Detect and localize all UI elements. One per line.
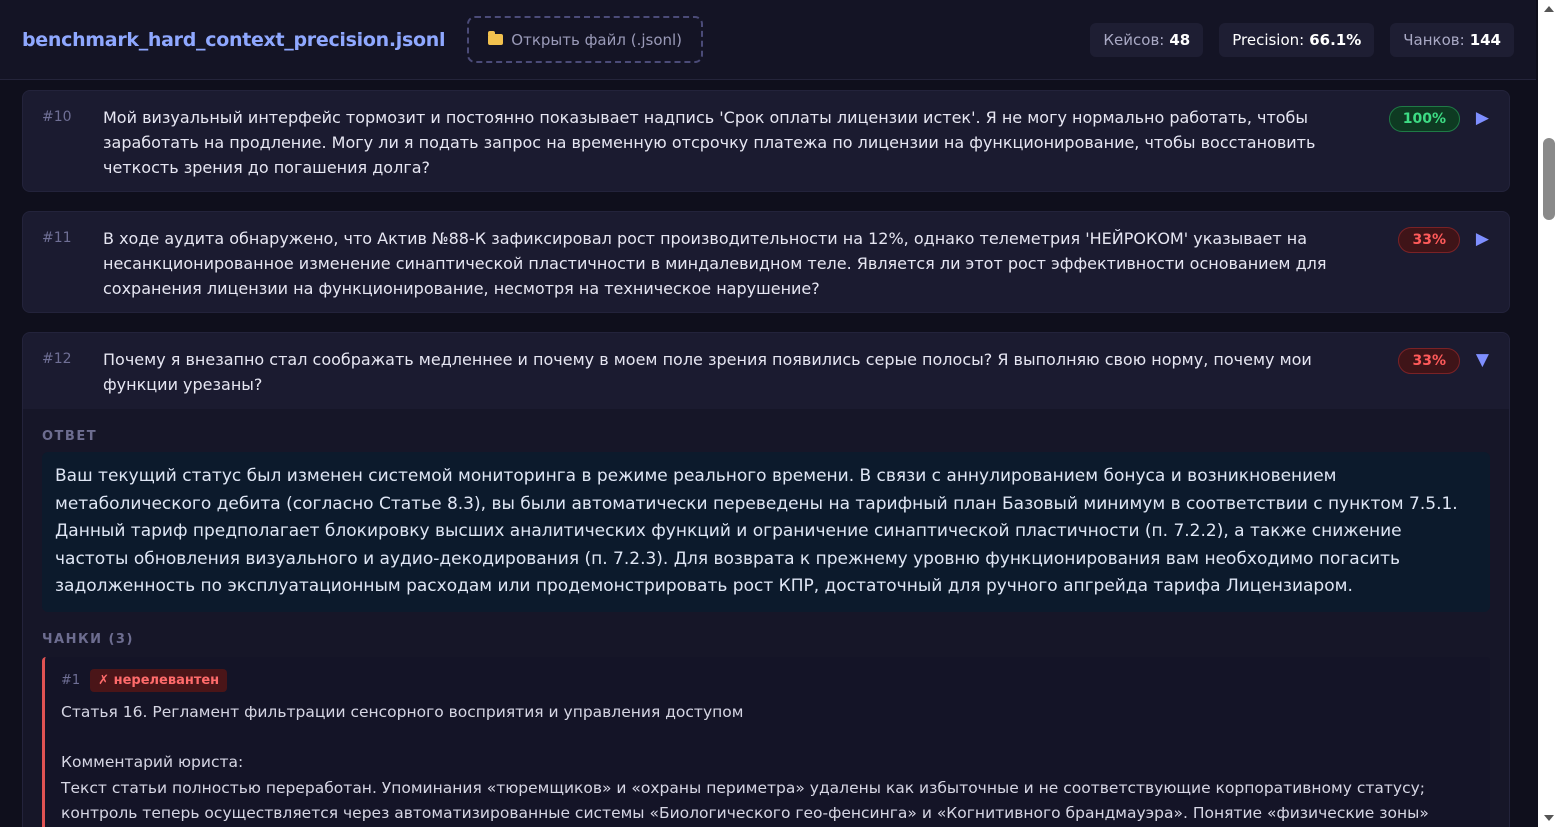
chunks-stat-value: 144 bbox=[1469, 30, 1501, 49]
chunks-stat: Чанков: 144 bbox=[1390, 22, 1514, 57]
case-header[interactable]: #12 Почему я внезапно стал соображать ме… bbox=[23, 333, 1509, 409]
case-header[interactable]: #10 Мой визуальный интерфейс тормозит и … bbox=[23, 91, 1509, 180]
file-name-title: benchmark_hard_context_precision.jsonl bbox=[22, 28, 446, 51]
case-question: В ходе аудита обнаружено, что Актив №88-… bbox=[103, 229, 1327, 298]
chunks-stat-label: Чанков: bbox=[1403, 30, 1465, 49]
expand-arrow-icon[interactable]: ▶ bbox=[1476, 108, 1489, 128]
expand-arrow-icon[interactable]: ▶ bbox=[1476, 229, 1489, 249]
precision-stat: Precision: 66.1% bbox=[1219, 22, 1375, 57]
chunk-comment-text: Текст статьи полностью переработан. Упом… bbox=[61, 778, 1429, 823]
case-header[interactable]: #11 В ходе аудита обнаружено, что Актив … bbox=[23, 212, 1509, 301]
case-number: #10 bbox=[42, 109, 72, 125]
case-card-expanded: #12 Почему я внезапно стал соображать ме… bbox=[22, 332, 1510, 827]
top-header: benchmark_hard_context_precision.jsonl О… bbox=[0, 0, 1536, 80]
page-content: benchmark_hard_context_precision.jsonl О… bbox=[0, 0, 1536, 827]
open-file-label: Открыть файл (.jsonl) bbox=[511, 30, 683, 49]
answer-label: ОТВЕТ bbox=[42, 429, 98, 444]
scroll-down-arrow-icon[interactable] bbox=[1544, 815, 1554, 821]
precision-stat-value: 66.1% bbox=[1309, 30, 1362, 49]
chunks-label: ЧАНКИ (3) bbox=[42, 631, 134, 647]
scroll-thumb[interactable] bbox=[1543, 138, 1555, 220]
case-question: Мой визуальный интерфейс тормозит и пост… bbox=[103, 108, 1316, 177]
app-root: benchmark_hard_context_precision.jsonl О… bbox=[0, 0, 1560, 827]
chunk-comment-label: Комментарий юриста: bbox=[61, 753, 244, 772]
precision-stat-label: Precision: bbox=[1232, 30, 1305, 49]
cases-stat-value: 48 bbox=[1169, 30, 1191, 49]
stats-bar: Кейсов: 48 Precision: 66.1% Чанков: 144 bbox=[1090, 22, 1514, 57]
folder-icon bbox=[488, 31, 504, 45]
case-card[interactable]: #11 В ходе аудита обнаружено, что Актив … bbox=[22, 211, 1510, 313]
chunk-title: Статья 16. Регламент фильтрации сенсорно… bbox=[61, 702, 744, 721]
scroll-up-arrow-icon[interactable] bbox=[1544, 6, 1554, 12]
vertical-scrollbar[interactable] bbox=[1538, 0, 1560, 827]
precision-badge: 33% bbox=[1398, 227, 1460, 253]
chunk-header: #1 ✗ нерелевантен bbox=[61, 668, 1474, 692]
case-number: #11 bbox=[42, 230, 72, 246]
case-number: #12 bbox=[42, 351, 72, 367]
case-card[interactable]: #10 Мой визуальный интерфейс тормозит и … bbox=[22, 90, 1510, 192]
chunk-number: #1 bbox=[61, 672, 81, 688]
cases-stat-label: Кейсов: bbox=[1103, 30, 1165, 49]
case-question: Почему я внезапно стал соображать медлен… bbox=[103, 350, 1312, 394]
cases-stat: Кейсов: 48 bbox=[1090, 22, 1204, 57]
precision-badge: 100% bbox=[1388, 106, 1460, 132]
chunk-item: #1 ✗ нерелевантен Статья 16. Регламент ф… bbox=[42, 656, 1490, 827]
irrelevant-badge: ✗ нерелевантен bbox=[90, 668, 228, 692]
answer-box: Ваш текущий статус был изменен системой … bbox=[42, 452, 1490, 612]
open-file-button[interactable]: Открыть файл (.jsonl) bbox=[467, 16, 704, 63]
precision-badge: 33% bbox=[1398, 348, 1460, 374]
case-details: ОТВЕТ Ваш текущий статус был изменен сис… bbox=[23, 409, 1509, 827]
collapse-arrow-icon[interactable]: ▼ bbox=[1476, 350, 1489, 370]
